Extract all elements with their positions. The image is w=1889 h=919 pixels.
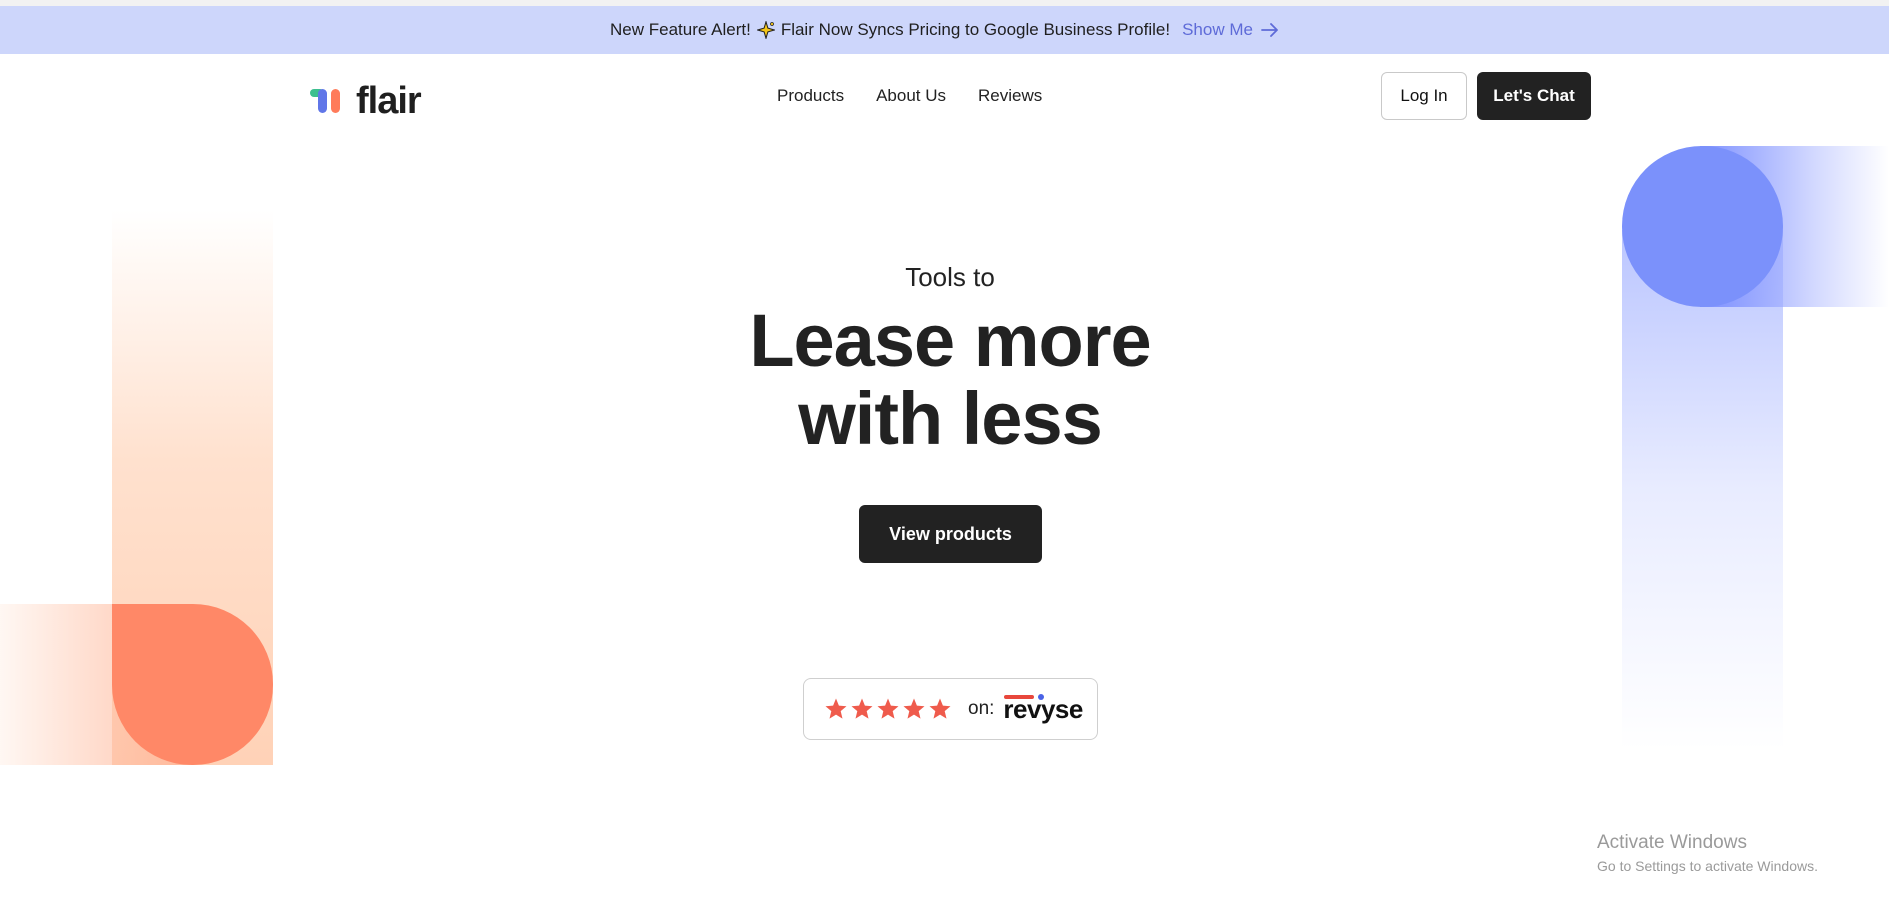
star-icon	[877, 698, 899, 719]
star-rating	[824, 697, 952, 721]
flair-logo[interactable]: flair	[310, 80, 422, 122]
nav-products[interactable]: Products	[777, 86, 844, 106]
nav-about-us[interactable]: About Us	[876, 86, 946, 106]
site-header: flair Products About Us Reviews Log In L…	[0, 54, 1889, 138]
revyse-rating-badge[interactable]: on: revyse	[803, 678, 1098, 740]
show-me-label: Show Me	[1182, 20, 1253, 39]
revyse-logo-dot	[1038, 693, 1045, 700]
hero-title-highlight: more	[969, 299, 1157, 382]
hero-title: Lease more with less	[0, 302, 1889, 458]
activate-windows-subtitle: Go to Settings to activate Windows.	[1597, 858, 1818, 874]
star-icon	[851, 698, 873, 719]
star-icon	[825, 698, 847, 719]
show-me-link[interactable]: Show Me	[1182, 20, 1279, 40]
lets-chat-button[interactable]: Let's Chat	[1477, 72, 1591, 120]
announcement-banner: New Feature Alert! Flair Now Syncs Prici…	[0, 6, 1889, 54]
revyse-logo: revyse	[1003, 693, 1083, 725]
banner-alert-text: New Feature Alert!	[610, 20, 751, 39]
hero-subtitle: Tools to	[905, 262, 995, 292]
star-icon	[929, 698, 951, 719]
arrow-right-icon	[1261, 23, 1278, 37]
sparkle-icon	[756, 21, 775, 39]
nav-reviews[interactable]: Reviews	[978, 86, 1042, 106]
activate-windows-title: Activate Windows	[1597, 832, 1747, 853]
flair-logo-icon	[310, 89, 340, 113]
banner-message: Flair Now Syncs Pricing to Google Busine…	[780, 20, 1171, 39]
decorative-coral-shape	[112, 604, 273, 765]
main-nav: Products About Us Reviews	[777, 86, 1042, 106]
view-products-button[interactable]: View products	[859, 505, 1042, 563]
rating-on-label: on:	[968, 698, 995, 719]
star-icon	[903, 698, 925, 719]
login-button[interactable]: Log In	[1381, 72, 1467, 120]
revyse-logo-bar	[1004, 694, 1035, 699]
hero-title-word: Lease	[749, 299, 955, 382]
hero-title-line-2: with less	[798, 377, 1103, 460]
hero-title-line-1: Lease more	[0, 302, 1889, 380]
logo-wordmark: flair	[356, 80, 422, 122]
